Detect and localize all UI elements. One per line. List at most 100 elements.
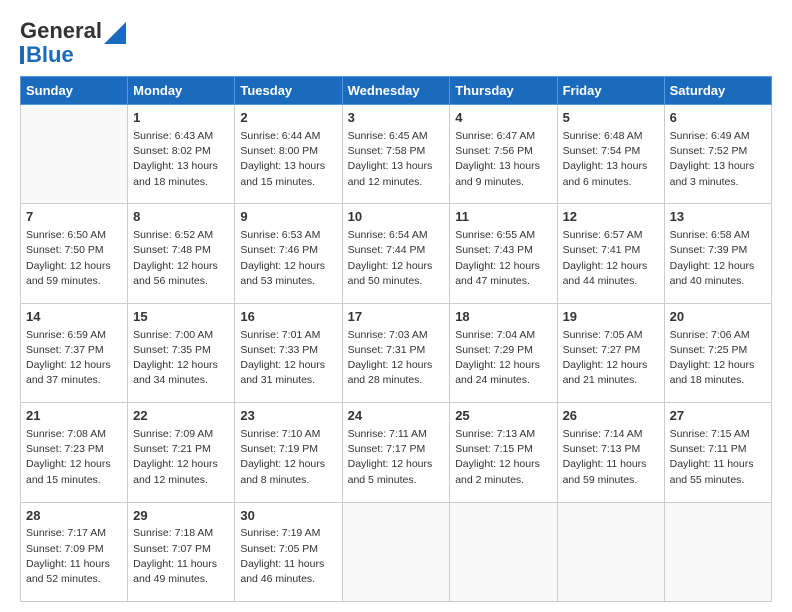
day-number: 6 (670, 109, 766, 128)
calendar-cell: 5Sunrise: 6:48 AMSunset: 7:54 PMDaylight… (557, 105, 664, 204)
calendar-cell: 7Sunrise: 6:50 AMSunset: 7:50 PMDaylight… (21, 204, 128, 303)
day-info: Sunrise: 7:08 AMSunset: 7:23 PMDaylight:… (26, 427, 122, 488)
calendar-cell: 21Sunrise: 7:08 AMSunset: 7:23 PMDayligh… (21, 403, 128, 502)
day-number: 12 (563, 208, 659, 227)
calendar-cell: 20Sunrise: 7:06 AMSunset: 7:25 PMDayligh… (664, 303, 771, 402)
day-number: 16 (240, 308, 336, 327)
day-info: Sunrise: 6:47 AMSunset: 7:56 PMDaylight:… (455, 129, 551, 190)
logo-blue: Blue (26, 42, 74, 68)
day-number: 1 (133, 109, 229, 128)
calendar-header-tuesday: Tuesday (235, 77, 342, 105)
day-info: Sunrise: 6:44 AMSunset: 8:00 PMDaylight:… (240, 129, 336, 190)
day-number: 17 (348, 308, 445, 327)
day-number: 8 (133, 208, 229, 227)
calendar-cell: 23Sunrise: 7:10 AMSunset: 7:19 PMDayligh… (235, 403, 342, 502)
day-number: 23 (240, 407, 336, 426)
calendar-cell: 2Sunrise: 6:44 AMSunset: 8:00 PMDaylight… (235, 105, 342, 204)
day-info: Sunrise: 6:59 AMSunset: 7:37 PMDaylight:… (26, 328, 122, 389)
calendar-cell: 25Sunrise: 7:13 AMSunset: 7:15 PMDayligh… (450, 403, 557, 502)
calendar-cell (557, 502, 664, 601)
calendar-week-row: 28Sunrise: 7:17 AMSunset: 7:09 PMDayligh… (21, 502, 772, 601)
calendar-cell: 6Sunrise: 6:49 AMSunset: 7:52 PMDaylight… (664, 105, 771, 204)
day-number: 4 (455, 109, 551, 128)
day-info: Sunrise: 6:45 AMSunset: 7:58 PMDaylight:… (348, 129, 445, 190)
calendar-week-row: 21Sunrise: 7:08 AMSunset: 7:23 PMDayligh… (21, 403, 772, 502)
day-info: Sunrise: 6:55 AMSunset: 7:43 PMDaylight:… (455, 228, 551, 289)
calendar-cell: 30Sunrise: 7:19 AMSunset: 7:05 PMDayligh… (235, 502, 342, 601)
calendar-cell: 16Sunrise: 7:01 AMSunset: 7:33 PMDayligh… (235, 303, 342, 402)
day-info: Sunrise: 7:11 AMSunset: 7:17 PMDaylight:… (348, 427, 445, 488)
calendar-cell: 18Sunrise: 7:04 AMSunset: 7:29 PMDayligh… (450, 303, 557, 402)
day-info: Sunrise: 7:10 AMSunset: 7:19 PMDaylight:… (240, 427, 336, 488)
calendar-cell: 8Sunrise: 6:52 AMSunset: 7:48 PMDaylight… (128, 204, 235, 303)
day-number: 5 (563, 109, 659, 128)
calendar-cell: 15Sunrise: 7:00 AMSunset: 7:35 PMDayligh… (128, 303, 235, 402)
calendar-week-row: 1Sunrise: 6:43 AMSunset: 8:02 PMDaylight… (21, 105, 772, 204)
day-number: 25 (455, 407, 551, 426)
calendar-cell: 10Sunrise: 6:54 AMSunset: 7:44 PMDayligh… (342, 204, 450, 303)
day-info: Sunrise: 7:18 AMSunset: 7:07 PMDaylight:… (133, 526, 229, 587)
day-number: 18 (455, 308, 551, 327)
day-info: Sunrise: 7:03 AMSunset: 7:31 PMDaylight:… (348, 328, 445, 389)
day-number: 9 (240, 208, 336, 227)
calendar-week-row: 7Sunrise: 6:50 AMSunset: 7:50 PMDaylight… (21, 204, 772, 303)
day-info: Sunrise: 6:54 AMSunset: 7:44 PMDaylight:… (348, 228, 445, 289)
calendar-cell: 19Sunrise: 7:05 AMSunset: 7:27 PMDayligh… (557, 303, 664, 402)
calendar: SundayMondayTuesdayWednesdayThursdayFrid… (20, 76, 772, 602)
calendar-cell (450, 502, 557, 601)
calendar-cell: 29Sunrise: 7:18 AMSunset: 7:07 PMDayligh… (128, 502, 235, 601)
day-info: Sunrise: 6:49 AMSunset: 7:52 PMDaylight:… (670, 129, 766, 190)
calendar-cell: 1Sunrise: 6:43 AMSunset: 8:02 PMDaylight… (128, 105, 235, 204)
day-info: Sunrise: 7:00 AMSunset: 7:35 PMDaylight:… (133, 328, 229, 389)
logo: General Blue (20, 18, 126, 68)
day-number: 29 (133, 507, 229, 526)
calendar-body: 1Sunrise: 6:43 AMSunset: 8:02 PMDaylight… (21, 105, 772, 602)
calendar-cell: 9Sunrise: 6:53 AMSunset: 7:46 PMDaylight… (235, 204, 342, 303)
calendar-week-row: 14Sunrise: 6:59 AMSunset: 7:37 PMDayligh… (21, 303, 772, 402)
calendar-header-thursday: Thursday (450, 77, 557, 105)
calendar-cell (664, 502, 771, 601)
day-info: Sunrise: 7:06 AMSunset: 7:25 PMDaylight:… (670, 328, 766, 389)
day-number: 14 (26, 308, 122, 327)
day-number: 11 (455, 208, 551, 227)
day-info: Sunrise: 7:01 AMSunset: 7:33 PMDaylight:… (240, 328, 336, 389)
calendar-cell: 13Sunrise: 6:58 AMSunset: 7:39 PMDayligh… (664, 204, 771, 303)
day-info: Sunrise: 6:53 AMSunset: 7:46 PMDaylight:… (240, 228, 336, 289)
calendar-cell: 11Sunrise: 6:55 AMSunset: 7:43 PMDayligh… (450, 204, 557, 303)
day-number: 24 (348, 407, 445, 426)
day-number: 10 (348, 208, 445, 227)
day-info: Sunrise: 7:09 AMSunset: 7:21 PMDaylight:… (133, 427, 229, 488)
day-number: 28 (26, 507, 122, 526)
day-info: Sunrise: 6:50 AMSunset: 7:50 PMDaylight:… (26, 228, 122, 289)
day-info: Sunrise: 7:17 AMSunset: 7:09 PMDaylight:… (26, 526, 122, 587)
day-info: Sunrise: 7:19 AMSunset: 7:05 PMDaylight:… (240, 526, 336, 587)
calendar-cell: 17Sunrise: 7:03 AMSunset: 7:31 PMDayligh… (342, 303, 450, 402)
day-number: 7 (26, 208, 122, 227)
calendar-cell: 4Sunrise: 6:47 AMSunset: 7:56 PMDaylight… (450, 105, 557, 204)
calendar-cell: 28Sunrise: 7:17 AMSunset: 7:09 PMDayligh… (21, 502, 128, 601)
logo-icon (104, 22, 126, 44)
calendar-header-wednesday: Wednesday (342, 77, 450, 105)
calendar-cell: 22Sunrise: 7:09 AMSunset: 7:21 PMDayligh… (128, 403, 235, 502)
day-number: 22 (133, 407, 229, 426)
calendar-cell (342, 502, 450, 601)
calendar-header-row: SundayMondayTuesdayWednesdayThursdayFrid… (21, 77, 772, 105)
day-info: Sunrise: 7:14 AMSunset: 7:13 PMDaylight:… (563, 427, 659, 488)
calendar-header-sunday: Sunday (21, 77, 128, 105)
day-info: Sunrise: 6:52 AMSunset: 7:48 PMDaylight:… (133, 228, 229, 289)
calendar-cell: 3Sunrise: 6:45 AMSunset: 7:58 PMDaylight… (342, 105, 450, 204)
calendar-cell: 27Sunrise: 7:15 AMSunset: 7:11 PMDayligh… (664, 403, 771, 502)
day-info: Sunrise: 6:57 AMSunset: 7:41 PMDaylight:… (563, 228, 659, 289)
day-number: 26 (563, 407, 659, 426)
calendar-cell: 24Sunrise: 7:11 AMSunset: 7:17 PMDayligh… (342, 403, 450, 502)
day-number: 27 (670, 407, 766, 426)
day-info: Sunrise: 7:04 AMSunset: 7:29 PMDaylight:… (455, 328, 551, 389)
day-info: Sunrise: 6:58 AMSunset: 7:39 PMDaylight:… (670, 228, 766, 289)
day-number: 13 (670, 208, 766, 227)
day-number: 30 (240, 507, 336, 526)
day-number: 19 (563, 308, 659, 327)
calendar-cell: 12Sunrise: 6:57 AMSunset: 7:41 PMDayligh… (557, 204, 664, 303)
calendar-cell: 26Sunrise: 7:14 AMSunset: 7:13 PMDayligh… (557, 403, 664, 502)
calendar-header-saturday: Saturday (664, 77, 771, 105)
day-info: Sunrise: 7:15 AMSunset: 7:11 PMDaylight:… (670, 427, 766, 488)
